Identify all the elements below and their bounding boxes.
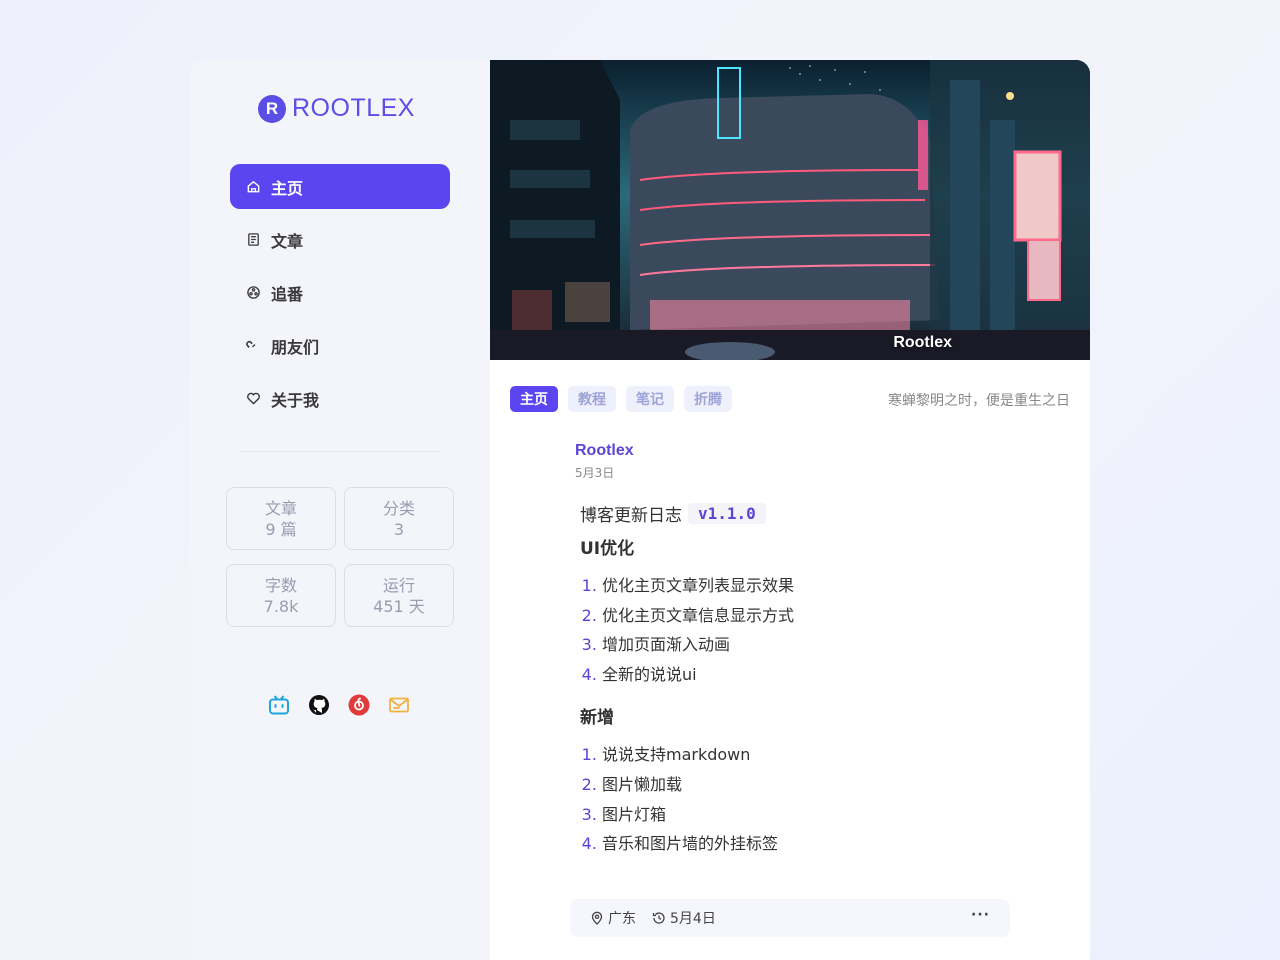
stat-label: 运行 [382,575,415,595]
site-motto: 寒蝉黎明之时，便是重生之日 [888,393,1070,409]
hero-banner-image: Rootlex [490,60,1090,360]
stat-card-words: 字数 7.8k [226,564,336,627]
social-links [268,694,410,716]
post-updated: 5月4日 [652,908,716,928]
stat-label: 文章 [264,498,297,518]
location-pin-icon [591,911,603,925]
netease-music-link[interactable] [348,694,370,716]
tab-notes[interactable]: 笔记 [626,386,674,412]
app-window: R ROOTLEX 主页 文章 追番 朋友们 关于我 文章 9 篇 分类 3 字… [190,60,1090,960]
post-title-line: 博客更新日志 v1.1.0 [580,501,1015,526]
document-icon [248,233,259,246]
nav-item-friends[interactable]: 朋友们 [230,323,450,368]
mail-icon [389,697,409,713]
nav-item-anime[interactable]: 追番 [230,270,450,315]
email-link[interactable] [388,694,410,716]
list-item: 音乐和图片墙的外挂标签 [602,829,1015,859]
main-nav: 主页 文章 追番 朋友们 关于我 [230,164,450,429]
heart-icon [247,392,260,405]
list-item: 增加页面渐入动画 [602,630,1015,660]
stat-card-categories: 分类 3 [344,487,454,550]
stat-value: 9 篇 [265,519,297,539]
nav-label: 主页 [271,178,304,198]
home-icon [247,180,260,193]
changelog-list: 优化主页文章列表显示效果 优化主页文章信息显示方式 增加页面渐入动画 全新的说说… [602,571,1015,689]
nav-item-articles[interactable]: 文章 [230,217,450,262]
section-heading: 新增 [580,708,614,729]
post-date: 5月3日 [575,466,615,480]
post-body: 博客更新日志 v1.1.0 UI优化 优化主页文章列表显示效果 优化主页文章信息… [580,501,1015,859]
site-logo[interactable]: R ROOTLEX [258,94,415,123]
nav-label: 追番 [271,284,304,304]
category-tabs: 主页 教程 笔记 折腾 [510,386,732,412]
nav-item-about[interactable]: 关于我 [230,376,450,421]
changelog-list: 说说支持markdown 图片懒加载 图片灯箱 音乐和图片墙的外挂标签 [602,740,1015,858]
stat-label: 字数 [264,575,297,595]
bilibili-link[interactable] [268,694,290,716]
more-options-button[interactable]: ··· [971,907,990,923]
tab-tinkering[interactable]: 折腾 [684,386,732,412]
tab-home[interactable]: 主页 [510,386,558,412]
section-heading: UI优化 [580,539,635,559]
list-item: 全新的说说ui [602,660,1015,690]
link-icon [246,341,256,348]
version-badge: v1.1.0 [688,503,766,524]
stat-label: 分类 [382,498,415,518]
netease-music-icon [348,694,370,716]
film-reel-icon [247,286,260,299]
nav-item-home[interactable]: 主页 [230,164,450,209]
sidebar-divider [240,451,440,452]
post-author[interactable]: Rootlex [575,442,1015,460]
updated-text: 5月4日 [670,911,716,927]
github-link[interactable] [308,694,330,716]
post-location: 广东 [590,908,636,928]
github-icon [309,695,329,715]
nav-label: 关于我 [271,390,320,410]
stat-card-uptime: 运行 451 天 [344,564,454,627]
stat-value: 7.8k [263,596,299,616]
sidebar: R ROOTLEX 主页 文章 追番 朋友们 关于我 文章 9 篇 分类 3 字… [190,60,490,960]
list-item: 图片懒加载 [602,770,1015,800]
history-icon [652,912,665,924]
nav-label: 文章 [271,231,304,251]
cyberpunk-city-illustration [490,60,1090,360]
nav-label: 朋友们 [271,337,320,357]
tab-tutorials[interactable]: 教程 [568,386,616,412]
logo-mark: R [258,94,286,123]
hero-caption: Rootlex [893,334,952,351]
list-item: 说说支持markdown [602,740,1015,770]
post-title: 博客更新日志 [580,506,682,526]
list-item: 优化主页文章列表显示效果 [602,571,1015,601]
bilibili-icon [269,695,289,715]
stat-card-articles: 文章 9 篇 [226,487,336,550]
list-item: 图片灯箱 [602,800,1015,830]
stat-value: 3 [393,519,405,539]
list-item: 优化主页文章信息显示方式 [602,601,1015,631]
location-text: 广东 [608,911,636,927]
main-content: Rootlex 主页 教程 笔记 折腾 寒蝉黎明之时，便是重生之日 Rootle… [490,60,1090,960]
logo-text: ROOTLEX [292,94,415,122]
site-stats: 文章 9 篇 分类 3 字数 7.8k 运行 451 天 [226,487,454,627]
stat-value: 451 天 [373,596,425,616]
post-card: Rootlex 5月3日 博客更新日志 v1.1.0 UI优化 优化主页文章列表… [575,442,1015,869]
post-meta-bar: 广东 5月4日 ··· [570,899,1010,937]
